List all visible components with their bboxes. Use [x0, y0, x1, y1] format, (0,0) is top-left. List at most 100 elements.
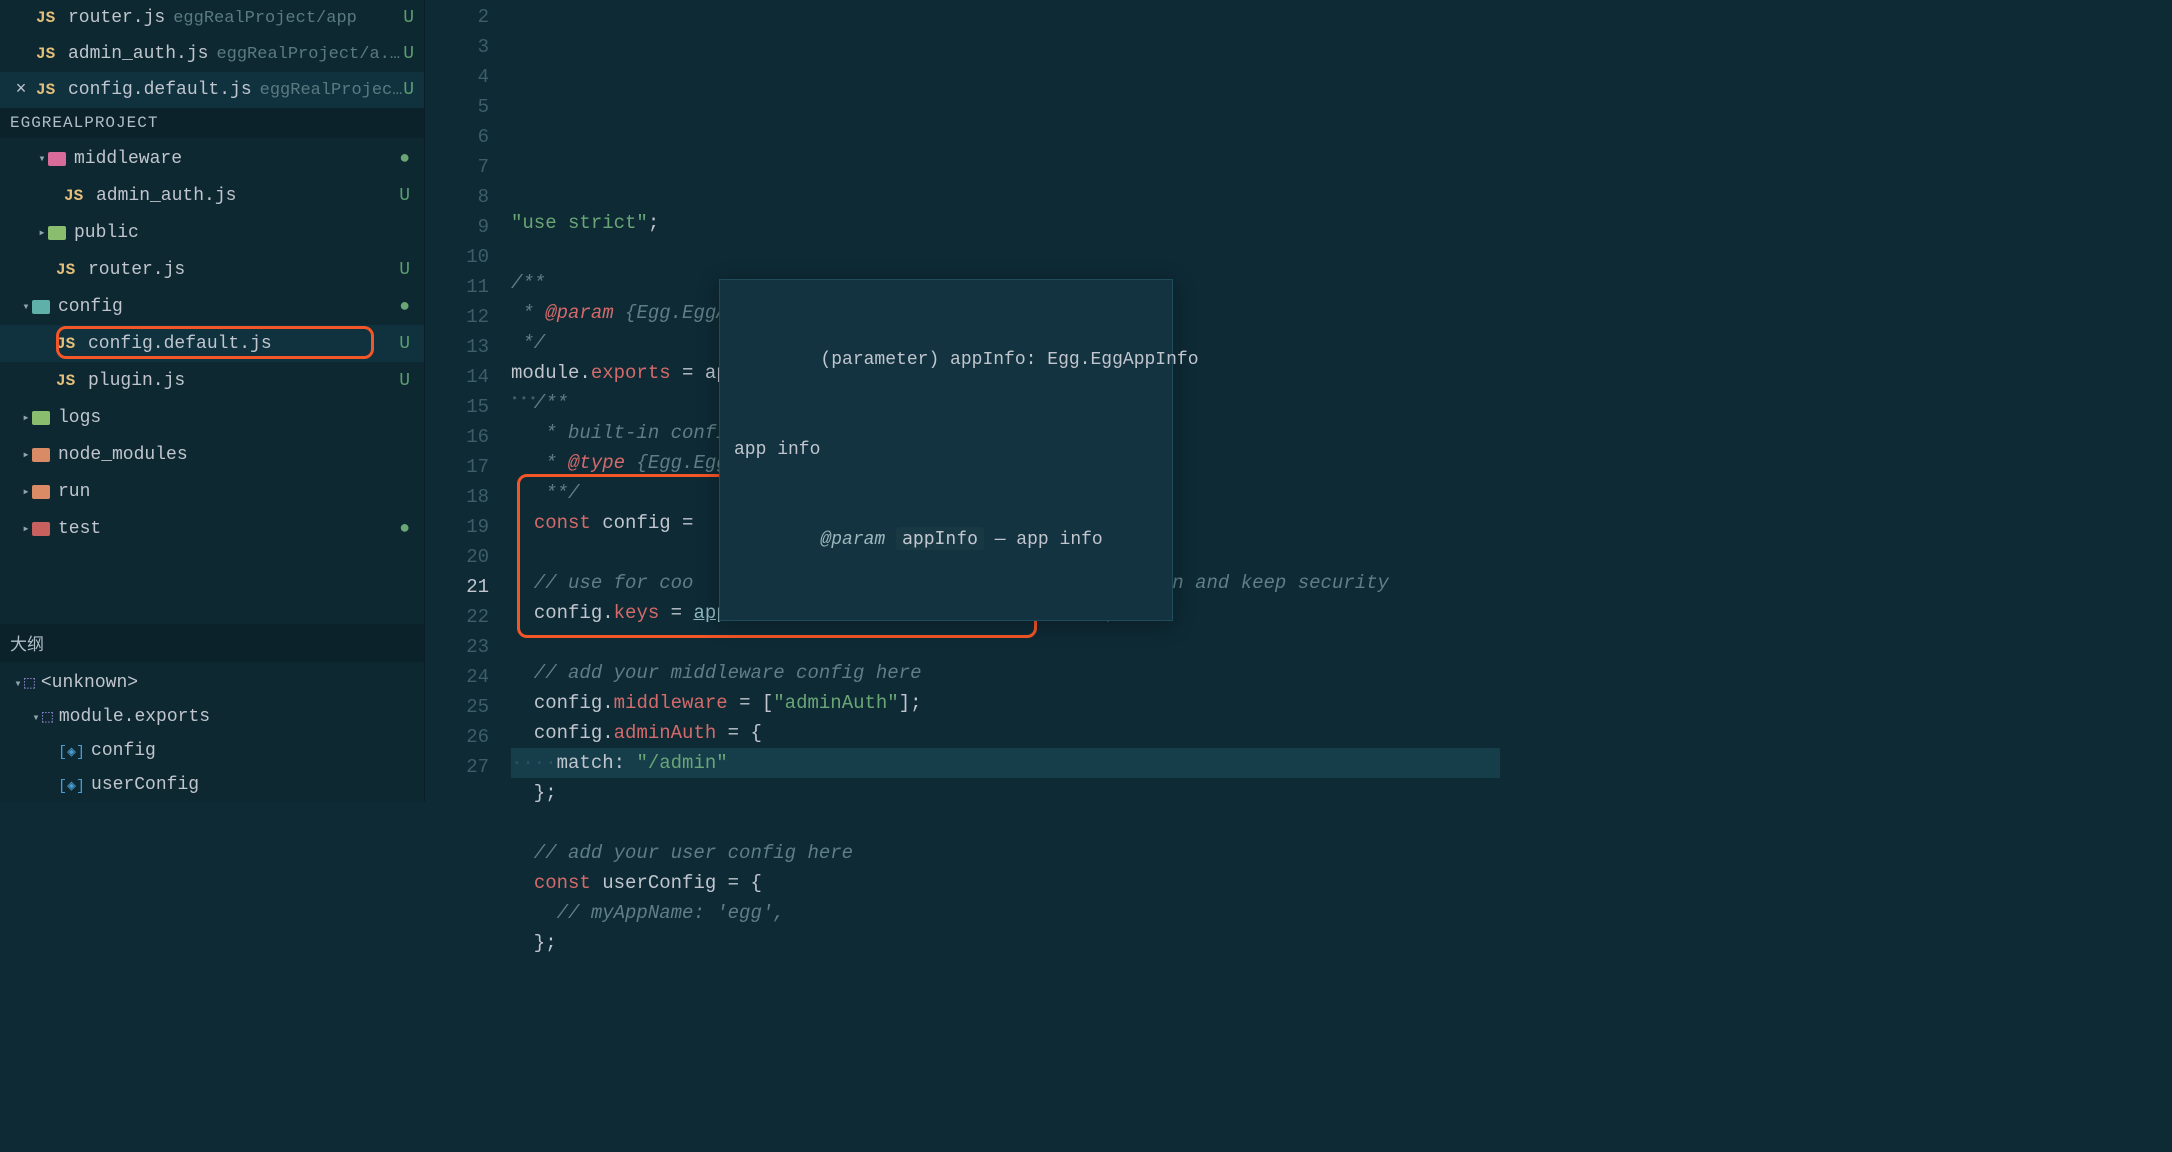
open-editor-filename: config.default.js — [68, 80, 252, 100]
folder-icon — [32, 448, 50, 462]
js-file-icon: JS — [56, 372, 80, 390]
chevron-down-icon — [20, 299, 32, 314]
js-file-icon: JS — [64, 187, 88, 205]
git-status-badge: U — [399, 186, 410, 206]
js-file-icon: JS — [36, 9, 60, 27]
outline-item-label: config — [91, 741, 156, 761]
outline-item-label: <unknown> — [41, 673, 138, 693]
hover-param: @param appInfo — app info — [734, 508, 1158, 570]
folder-icon — [32, 522, 50, 536]
code-line[interactable]: // add your user config here — [511, 838, 1500, 868]
line-number-gutter: 2345678910111213141516171819202122232425… — [425, 0, 511, 802]
line-number: 17 — [425, 452, 489, 482]
git-modified-dot-icon: ● — [399, 519, 410, 539]
code-line[interactable]: const userConfig = { — [511, 868, 1500, 898]
code-line[interactable]: }; — [511, 928, 1500, 958]
git-status-badge: U — [403, 8, 414, 28]
file-tree: middleware ● JSadmin_auth.jsU public JS rout… — [0, 138, 424, 624]
js-file-icon: JS — [56, 261, 80, 279]
line-number: 12 — [425, 302, 489, 332]
chevron-right-icon — [36, 225, 48, 240]
tree-item-label: router.js — [88, 260, 185, 280]
code-line[interactable] — [511, 628, 1500, 658]
open-editor-tab[interactable]: ×JSconfig.default.jseggRealProject...U — [0, 72, 424, 108]
folder-icon — [48, 226, 66, 240]
code-editor[interactable]: 2345678910111213141516171819202122232425… — [425, 0, 1500, 802]
open-editors: JS router.js eggRealProject/appU JS admin_au… — [0, 0, 424, 108]
outline-item[interactable]: ⬚ <unknown> — [0, 666, 424, 700]
file-tree-item[interactable]: run — [0, 473, 424, 510]
cube-icon: ⬚ — [42, 706, 53, 728]
open-editor-path: eggRealProject/a... — [216, 45, 403, 64]
outline-item[interactable]: [◈]userConfig — [0, 768, 424, 802]
git-status-badge: U — [399, 334, 410, 354]
code-line[interactable]: "use strict"; — [511, 208, 1500, 238]
line-number: 27 — [425, 752, 489, 782]
sidebar: JSrouter.jseggRealProject/appUJSadmin_au… — [0, 0, 425, 802]
git-status-badge: U — [399, 260, 410, 280]
file-tree-item[interactable]: config● — [0, 288, 424, 325]
line-number: 14 — [425, 362, 489, 392]
git-status-badge: U — [403, 44, 414, 64]
project-header[interactable]: EGGREALPROJECT — [0, 108, 424, 138]
chevron-right-icon — [20, 447, 32, 462]
open-editor-path: eggRealProject/app — [173, 9, 403, 28]
open-editor-filename: router.js — [68, 8, 165, 28]
line-number: 22 — [425, 602, 489, 632]
code-line[interactable]: }; — [511, 778, 1500, 808]
outline-header[interactable]: 大纲 — [0, 624, 424, 662]
line-number: 20 — [425, 542, 489, 572]
outline-item-label: module.exports — [59, 707, 210, 727]
tree-item-label: middleware — [74, 149, 182, 169]
code-area[interactable]: (parameter) appInfo: Egg.EggAppInfo app … — [511, 0, 1500, 802]
close-icon[interactable]: × — [12, 80, 30, 100]
open-editor-tab[interactable]: JS admin_auth.js eggRealProject/a...U — [0, 36, 424, 72]
tree-item-label: logs — [58, 408, 101, 428]
chevron-right-icon — [20, 484, 32, 499]
line-number: 15 — [425, 392, 489, 422]
line-number: 13 — [425, 332, 489, 362]
outline: ⬚ <unknown> ⬚ module.exports [◈] config [◈]us… — [0, 662, 424, 802]
folder-icon — [48, 152, 66, 166]
code-line[interactable]: // add your middleware config here — [511, 658, 1500, 688]
line-number: 25 — [425, 692, 489, 722]
line-number: 16 — [425, 422, 489, 452]
file-tree-item[interactable]: middleware ● — [0, 140, 424, 177]
code-line[interactable] — [511, 178, 1500, 208]
variable-icon: [◈] — [58, 776, 85, 795]
cube-icon: ⬚ — [24, 672, 35, 694]
open-editor-tab[interactable]: JS router.js eggRealProject/appU — [0, 0, 424, 36]
line-number: 2 — [425, 2, 489, 32]
code-line[interactable]: config.adminAuth = { — [511, 718, 1500, 748]
line-number: 24 — [425, 662, 489, 692]
file-tree-item[interactable]: test ● — [0, 510, 424, 547]
outline-item[interactable]: ⬚ module.exports — [0, 700, 424, 734]
line-number: 21 — [425, 572, 489, 602]
js-file-icon: JS — [36, 45, 60, 63]
code-line[interactable]: config.middleware = ["adminAuth"]; — [511, 688, 1500, 718]
tree-item-label: plugin.js — [88, 371, 185, 391]
tree-item-label: node_modules — [58, 445, 188, 465]
code-line[interactable]: ····match: "/admin" — [511, 748, 1500, 778]
chevron-down-icon — [12, 676, 24, 691]
code-line[interactable] — [511, 238, 1500, 268]
line-number: 4 — [425, 62, 489, 92]
line-number: 26 — [425, 722, 489, 752]
file-tree-item[interactable]: JSplugin.jsU — [0, 362, 424, 399]
file-tree-item[interactable]: logs — [0, 399, 424, 436]
file-tree-item[interactable]: node_modules — [0, 436, 424, 473]
file-tree-item[interactable]: public — [0, 214, 424, 251]
code-line[interactable]: // myAppName: 'egg', — [511, 898, 1500, 928]
git-modified-dot-icon: ● — [399, 149, 410, 169]
open-editor-path: eggRealProject... — [260, 81, 404, 100]
outline-item[interactable]: [◈] config — [0, 734, 424, 768]
open-editor-filename: admin_auth.js — [68, 44, 208, 64]
file-tree-item[interactable]: JS router.js U — [0, 251, 424, 288]
code-line[interactable] — [511, 808, 1500, 838]
tree-item-label: test — [58, 519, 101, 539]
tree-item-label: public — [74, 223, 139, 243]
file-tree-item[interactable]: JSadmin_auth.jsU — [0, 177, 424, 214]
intellisense-hover: (parameter) appInfo: Egg.EggAppInfo app … — [719, 279, 1173, 621]
file-tree-item[interactable]: JSconfig.default.jsU — [0, 325, 424, 362]
variable-icon: [◈] — [58, 742, 85, 761]
